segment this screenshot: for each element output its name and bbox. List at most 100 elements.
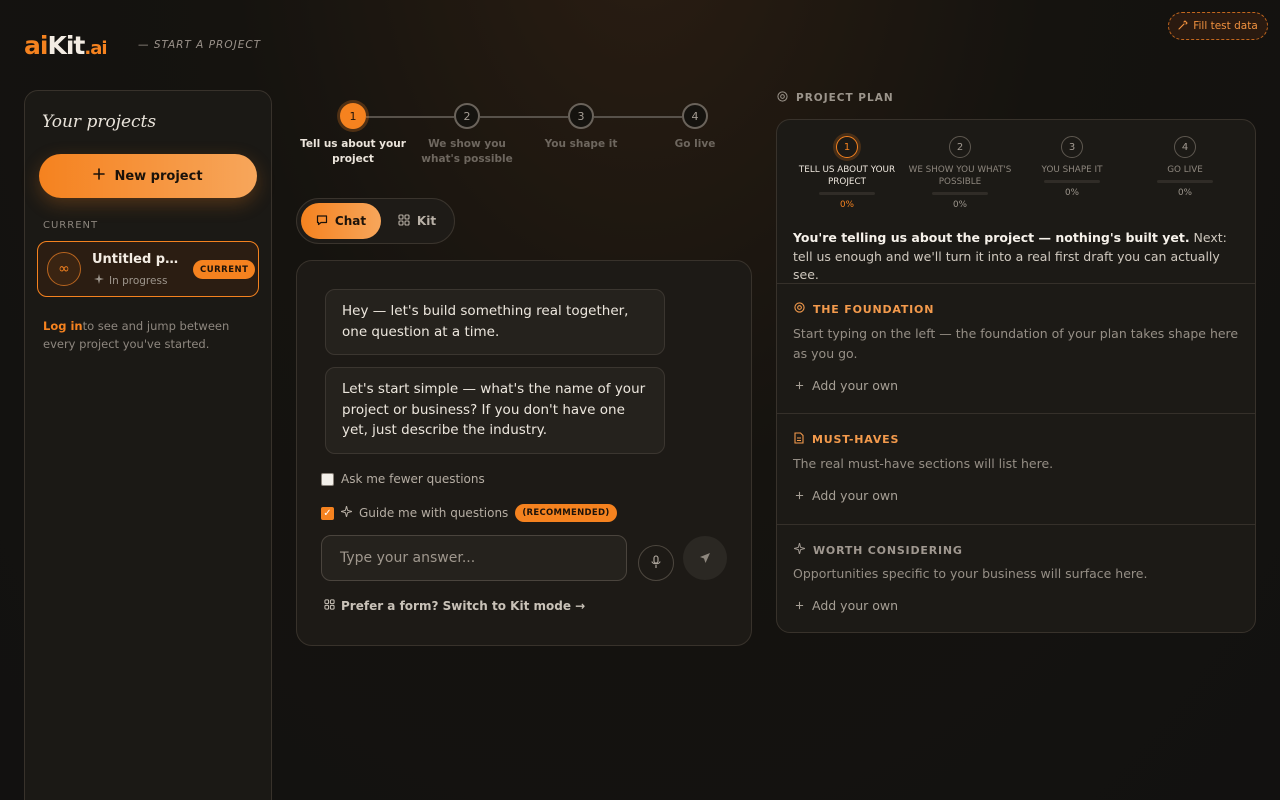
add-your-own-button[interactable]: Add your own: [795, 598, 898, 613]
plus-icon: [795, 378, 804, 393]
microphone-button[interactable]: [638, 545, 674, 581]
plan-step-percent: 0%: [1065, 188, 1079, 198]
plan-step-percent: 0%: [840, 200, 854, 210]
send-button[interactable]: [683, 536, 727, 580]
step-label: Tell us about your project: [300, 138, 406, 165]
chat-panel: Hey — let's build something real togethe…: [296, 260, 752, 646]
guide-questions-label: Guide me with questions: [359, 506, 509, 520]
projects-sidebar: Your projects New project CURRENT ∞ Unti…: [24, 90, 272, 800]
logo-tld: .ai: [84, 38, 107, 59]
must-haves-section: MUST-HAVES The real must-have sections w…: [777, 413, 1255, 524]
target-icon: [777, 91, 788, 105]
foundation-section: THE FOUNDATION Start typing on the left …: [777, 283, 1255, 413]
fewer-questions-option[interactable]: Ask me fewer questions: [321, 472, 485, 486]
aikit-logo[interactable]: ai Kit .ai: [24, 31, 108, 60]
mode-toggle: Chat Kit: [296, 198, 455, 244]
step-number: 4: [682, 103, 708, 129]
sidebar-title: Your projects: [42, 112, 157, 132]
new-project-button[interactable]: New project: [39, 154, 257, 198]
target-icon: [794, 302, 805, 316]
plus-icon: [795, 488, 804, 503]
add-your-own-button[interactable]: Add your own: [795, 488, 898, 503]
project-name: Untitled project: [92, 252, 184, 267]
step-2[interactable]: 2 We show you what's possible: [412, 103, 522, 167]
step-1[interactable]: 1 Tell us about your project: [298, 103, 408, 167]
fewer-questions-checkbox[interactable]: [321, 472, 334, 486]
must-haves-description: The real must-have sections will list he…: [793, 456, 1054, 471]
step-number: 1: [340, 103, 366, 129]
plan-step-number: 1: [836, 136, 858, 158]
step-number: 2: [454, 103, 480, 129]
plus-icon: [795, 598, 804, 613]
assistant-message: Hey — let's build something real togethe…: [325, 289, 665, 355]
must-haves-heading: MUST-HAVES: [794, 432, 899, 447]
plus-icon: [93, 168, 106, 184]
chat-mode-label: Chat: [334, 214, 367, 228]
add-your-own-label: Add your own: [812, 598, 899, 613]
grid-icon: [324, 599, 335, 613]
microphone-icon: [650, 554, 662, 573]
plan-summary: You're telling us about the project — no…: [793, 229, 1233, 285]
kit-mode-label: Kit: [416, 214, 437, 228]
step-3[interactable]: 3 You shape it: [526, 103, 636, 152]
step-4[interactable]: 4 Go live: [640, 103, 750, 152]
project-plan-title: PROJECT PLAN: [796, 92, 894, 104]
plan-step-label: WE SHOW YOU WHAT'S POSSIBLE: [908, 165, 1012, 187]
fill-test-data-label: Fill test data: [1193, 20, 1258, 32]
worth-considering-section: WORTH CONSIDERING Opportunities specific…: [777, 524, 1255, 632]
step-number: 3: [568, 103, 594, 129]
answer-input[interactable]: Type your answer...: [321, 535, 627, 581]
plan-step-progress: [1157, 180, 1213, 183]
project-status-text: In progress: [109, 274, 168, 287]
plan-step-label: YOU SHAPE IT: [1041, 165, 1103, 175]
foundation-heading: THE FOUNDATION: [794, 302, 934, 316]
guide-questions-option[interactable]: ✓ Guide me with questions (RECOMMENDED): [321, 504, 617, 522]
project-card-current[interactable]: ∞ Untitled project In progress CURRENT: [37, 241, 259, 297]
current-section-label: CURRENT: [43, 220, 99, 231]
project-plan-heading: PROJECT PLAN: [777, 91, 894, 105]
plan-step-label: GO LIVE: [1167, 165, 1203, 175]
foundation-title: THE FOUNDATION: [813, 302, 935, 316]
add-your-own-button[interactable]: Add your own: [795, 378, 898, 393]
login-link[interactable]: Log in: [43, 319, 83, 333]
recommended-badge: (RECOMMENDED): [515, 504, 617, 522]
document-icon: [794, 432, 804, 447]
foundation-description: Start typing on the left — the foundatio…: [793, 326, 1239, 361]
send-arrow-icon: [699, 549, 711, 568]
wand-icon: [1178, 19, 1188, 33]
step-label: You shape it: [544, 138, 618, 150]
chat-bubble-icon: [316, 214, 328, 229]
plan-summary-bold: You're telling us about the project — no…: [793, 230, 1190, 245]
switch-to-kit-link[interactable]: Prefer a form? Switch to Kit mode →: [324, 599, 585, 613]
plan-step-2: 2 WE SHOW YOU WHAT'S POSSIBLE 0%: [904, 136, 1016, 210]
sparkle-icon: [340, 505, 353, 520]
new-project-label: New project: [114, 168, 203, 184]
plan-step-number: 3: [1061, 136, 1083, 158]
plan-step-progress: [819, 192, 875, 195]
logo-kit: Kit: [47, 31, 85, 60]
plan-step-3: 3 YOU SHAPE IT 0%: [1016, 136, 1128, 198]
guide-questions-checkbox[interactable]: ✓: [321, 506, 334, 520]
add-your-own-label: Add your own: [812, 378, 899, 393]
login-prompt: Log into see and jump between every proj…: [43, 317, 258, 353]
header-tagline: — START A PROJECT: [138, 39, 262, 51]
project-plan-panel: 1 TELL US ABOUT YOUR PROJECT 0% 2 WE SHO…: [776, 119, 1256, 633]
fill-test-data-button[interactable]: Fill test data: [1168, 12, 1268, 40]
sparkle-icon: [94, 274, 104, 287]
add-your-own-label: Add your own: [812, 488, 899, 503]
kit-mode-button[interactable]: Kit: [392, 203, 442, 239]
step-label: Go live: [674, 138, 716, 150]
logo-ai: ai: [24, 31, 48, 60]
assistant-message: Let's start simple — what's the name of …: [325, 367, 665, 454]
plan-step-progress: [932, 192, 988, 195]
plan-step-number: 2: [949, 136, 971, 158]
plan-step-progress: [1044, 180, 1100, 183]
switch-to-kit-label: Prefer a form? Switch to Kit mode →: [341, 599, 586, 613]
chat-mode-button[interactable]: Chat: [301, 203, 381, 239]
worth-considering-heading: WORTH CONSIDERING: [793, 542, 963, 557]
plan-step-percent: 0%: [1178, 188, 1192, 198]
must-haves-title: MUST-HAVES: [812, 433, 900, 446]
sparkle-icon: [793, 542, 806, 557]
plan-step-number: 4: [1174, 136, 1196, 158]
fewer-questions-label: Ask me fewer questions: [341, 472, 485, 486]
